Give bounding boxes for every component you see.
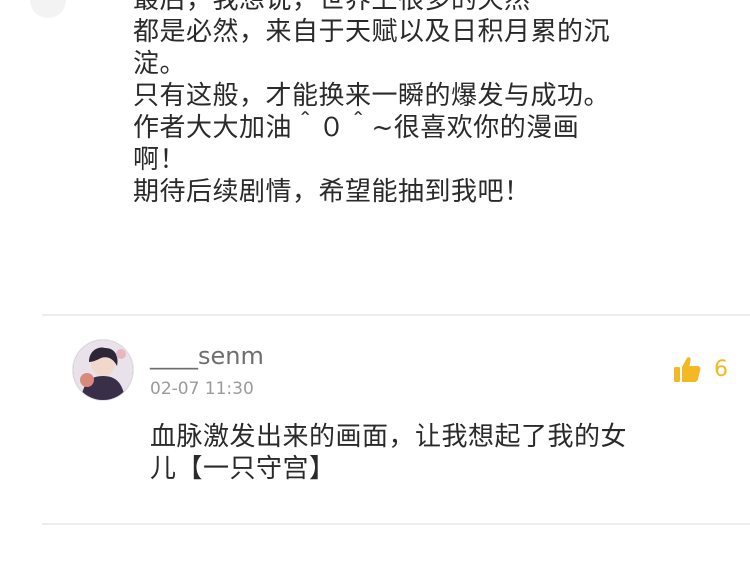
- previous-comment-body: 最后，我想说，世界上很多的天然 都是必然，来自于天赋以及日积月累的沉 淀。 只有…: [133, 0, 733, 208]
- comment-text-line: 儿【一只守宫】: [150, 454, 336, 484]
- comment-text-line: 都是必然，来自于天赋以及日积月累的沉: [133, 17, 611, 47]
- comment-text-line: 淀。: [133, 49, 187, 79]
- comment-list-page: 最后，我想说，世界上很多的天然 都是必然，来自于天赋以及日积月累的沉 淀。 只有…: [0, 0, 750, 586]
- like-button[interactable]: 6: [672, 353, 728, 387]
- user-avatar[interactable]: [73, 340, 133, 400]
- comment-text-line: 作者大大加油＾０＾~很喜欢你的漫画: [133, 113, 580, 143]
- previous-comment-avatar[interactable]: [30, 0, 66, 18]
- comment-text-line: 只有这般，才能换来一瞬的爆发与成功。: [133, 81, 611, 111]
- comment-username[interactable]: ____senm: [150, 341, 264, 371]
- comment-divider: [42, 314, 750, 316]
- avatar-image: [73, 340, 133, 400]
- comment-text-line: 啊！: [133, 145, 187, 175]
- comment-body: 血脉激发出来的画面，让我想起了我的女 儿【一只守宫】: [150, 421, 730, 485]
- comment-timestamp: 02-07 11:30: [150, 379, 254, 399]
- comment-text-line: 血脉激发出来的画面，让我想起了我的女: [150, 422, 628, 452]
- thumbs-up-icon[interactable]: [672, 355, 702, 385]
- comment-text-line: 最后，我想说，世界上很多的天然: [133, 0, 531, 15]
- like-count: 6: [714, 357, 728, 382]
- comment-divider: [42, 523, 750, 525]
- comment-text-line: 期待后续剧情，希望能抽到我吧！: [133, 177, 531, 207]
